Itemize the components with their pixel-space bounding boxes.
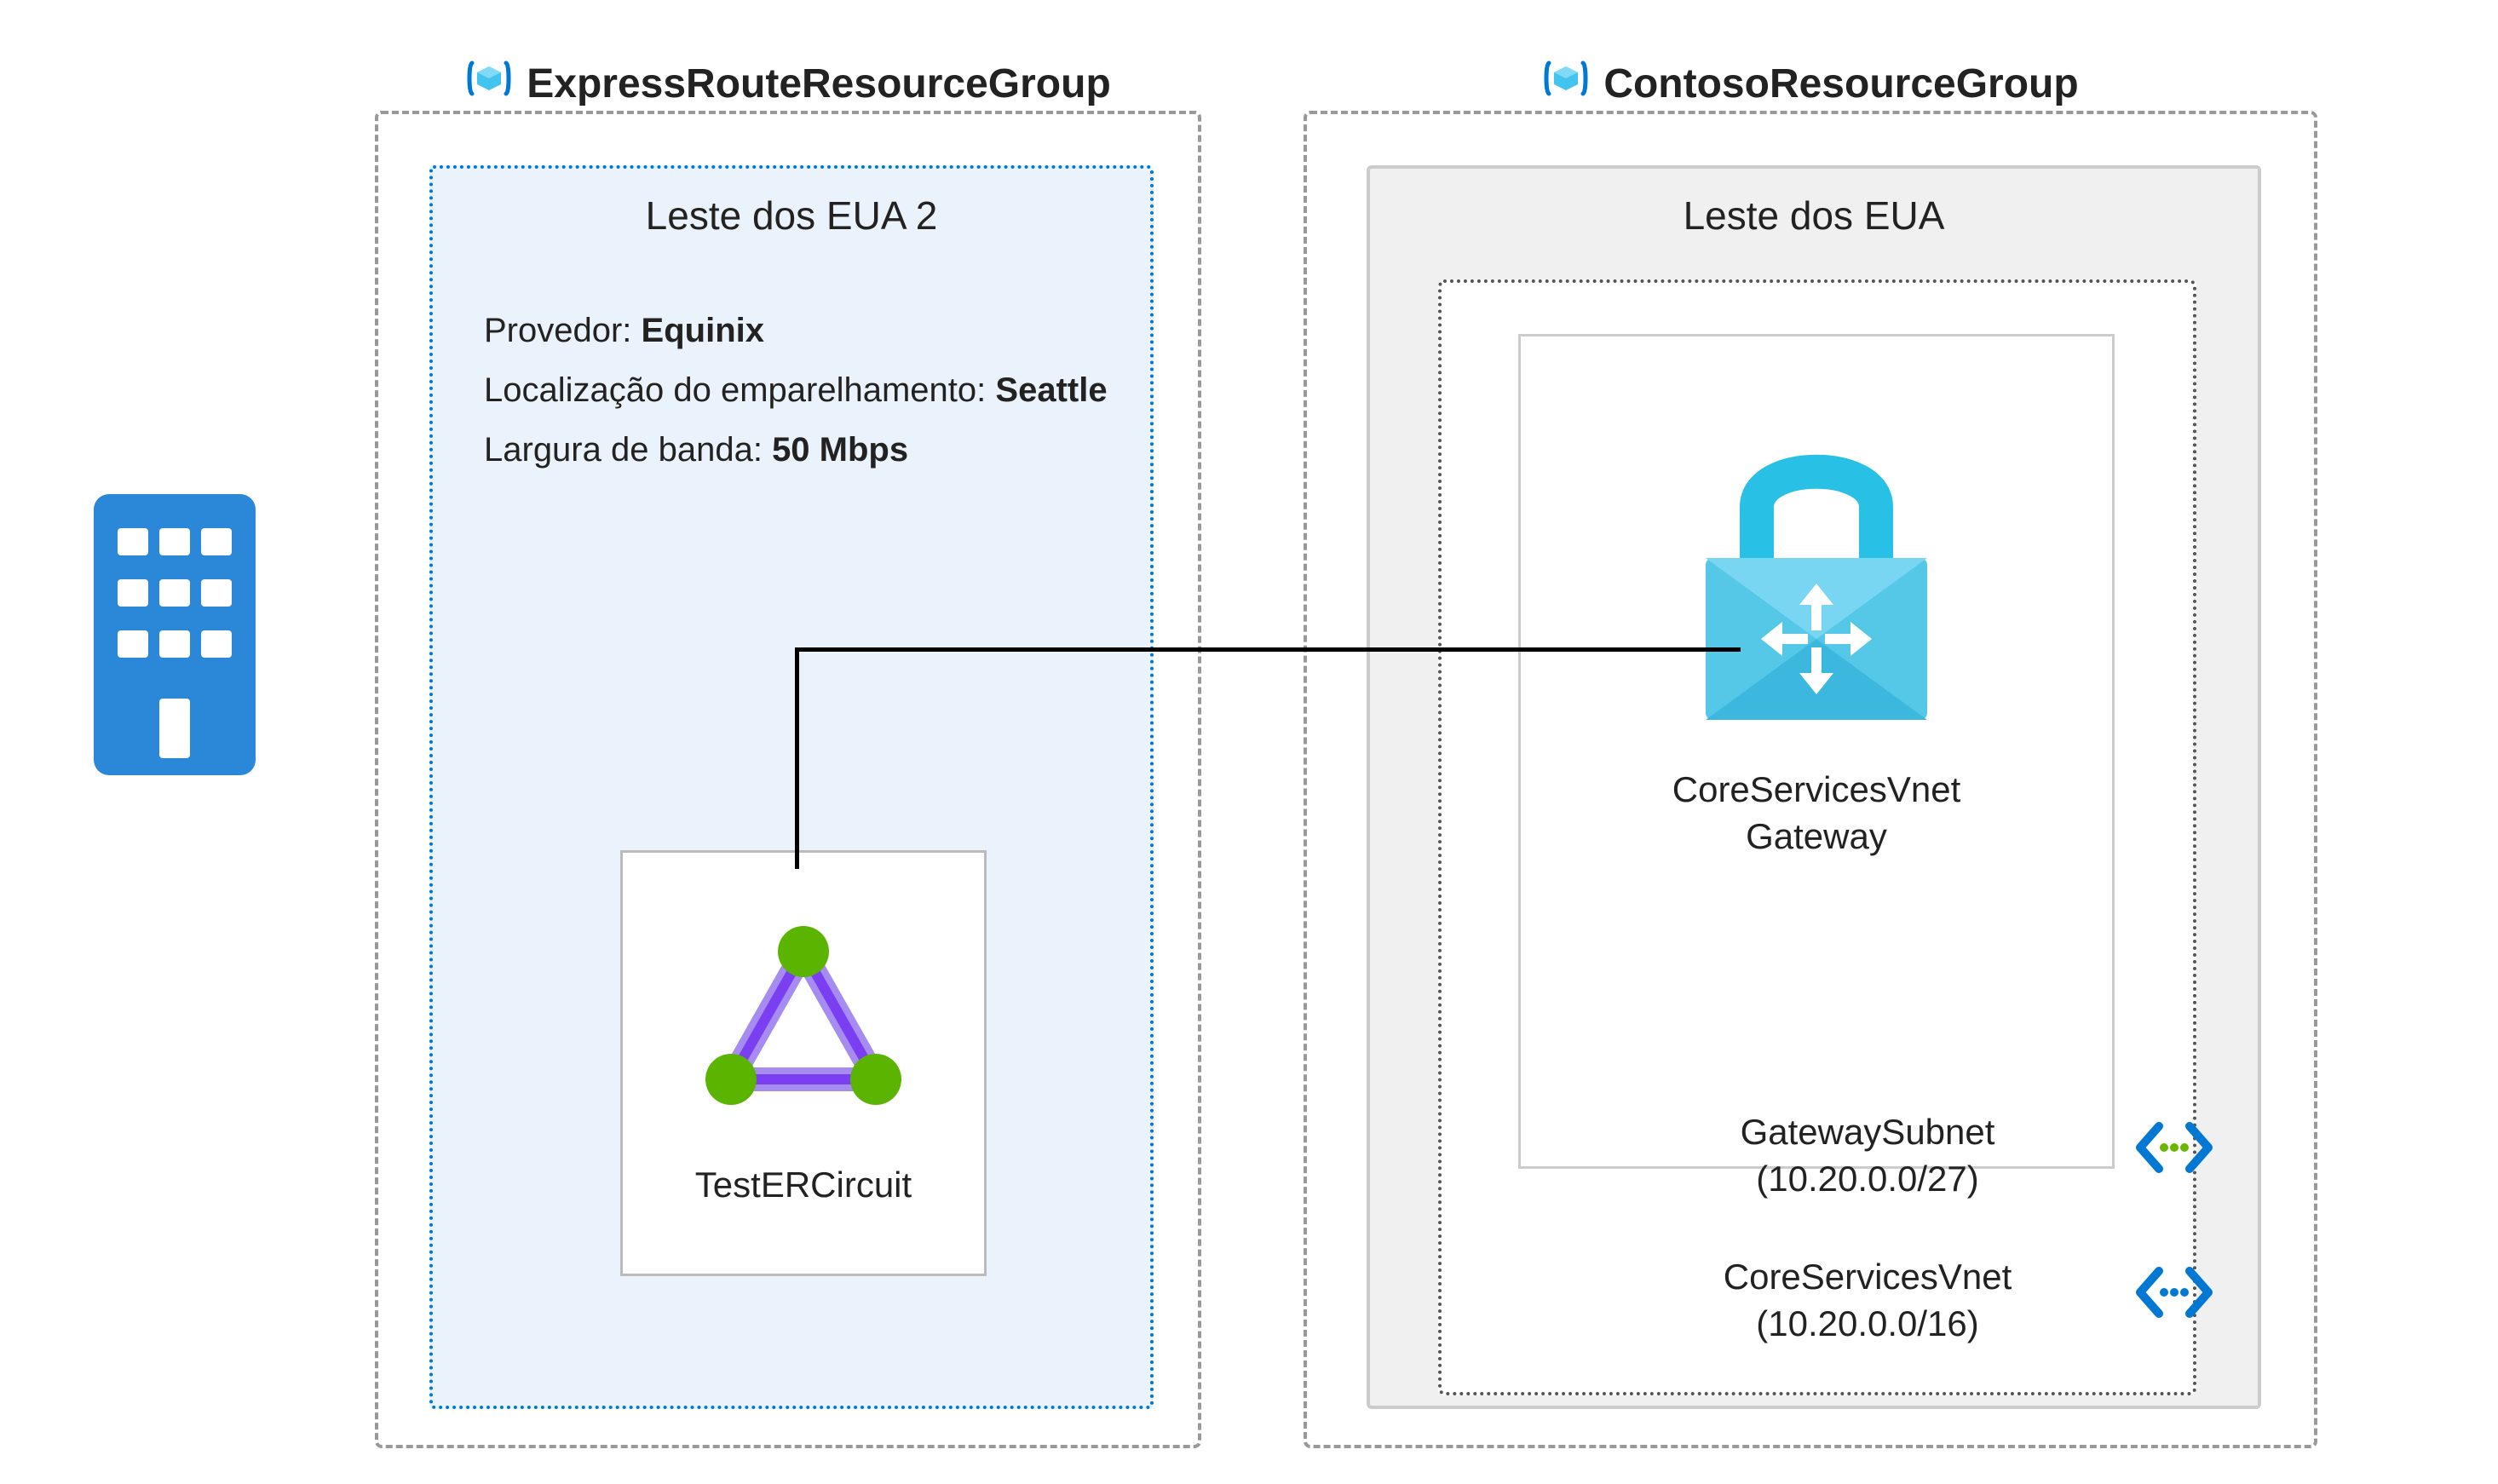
resource-group-icon (1542, 55, 1590, 112)
diagram-canvas: ExpressRouteResourceGroup Leste dos EUA … (17, 17, 2481, 1467)
bandwidth-value: 50 Mbps (772, 431, 908, 469)
subnet1-name: GatewaySubnet (1741, 1112, 1995, 1152)
subnet2-cidr: (10.20.0.0/16) (1756, 1303, 1979, 1343)
circuit-info-block: Provedor: Equinix Localização do emparel… (484, 301, 1108, 480)
vpn-gateway-icon (1663, 413, 1970, 741)
peering-value: Seattle (995, 371, 1107, 409)
circuit-box: TestERCircuit (620, 850, 987, 1276)
bandwidth-label: Largura de banda: (484, 431, 763, 469)
gateway-label: CoreServicesVnet Gateway (1672, 767, 1960, 860)
expressroute-circuit-icon (693, 922, 914, 1122)
region-box-right: Leste dos EUA (1367, 165, 2261, 1409)
resource-group-expressroute: ExpressRouteResourceGroup Leste dos EUA … (375, 111, 1201, 1448)
vnet-label: CoreServicesVnet (10.20.0.0/16) (1655, 1254, 2081, 1347)
connection-line (795, 647, 1741, 652)
building-icon (94, 494, 256, 775)
provider-label: Provedor: (484, 312, 631, 349)
gateway-label-line1: CoreServicesVnet (1672, 769, 1960, 809)
peering-label: Localização do emparelhamento: (484, 371, 986, 409)
region-title-left: Leste dos EUA 2 (433, 193, 1150, 239)
rg-title-right: ContosoResourceGroup (1307, 55, 2314, 112)
vnet-icon (2132, 1263, 2217, 1326)
vnet-icon (2132, 1118, 2217, 1182)
connection-line (795, 647, 799, 869)
vnet-container: CoreServicesVnet Gateway GatewaySubnet (… (1438, 279, 2196, 1395)
region-box-left: Leste dos EUA 2 Provedor: Equinix Locali… (429, 165, 1154, 1409)
provider-value: Equinix (642, 312, 764, 349)
gateway-panel: CoreServicesVnet Gateway (1518, 334, 2115, 1169)
resource-group-icon (465, 55, 513, 112)
resource-group-contoso: ContosoResourceGroup Leste dos EUA (1304, 111, 2317, 1448)
subnet2-name: CoreServicesVnet (1724, 1257, 2012, 1297)
gateway-subnet-label: GatewaySubnet (10.20.0.0/27) (1655, 1109, 2081, 1202)
rg-title-right-text: ContosoResourceGroup (1603, 60, 2078, 107)
subnet1-cidr: (10.20.0.0/27) (1756, 1159, 1979, 1199)
region-title-right: Leste dos EUA (1370, 193, 2258, 239)
rg-title-left: ExpressRouteResourceGroup (378, 55, 1198, 112)
circuit-label: TestERCircuit (695, 1165, 912, 1205)
gateway-label-line2: Gateway (1746, 816, 1887, 856)
rg-title-left-text: ExpressRouteResourceGroup (527, 60, 1111, 107)
